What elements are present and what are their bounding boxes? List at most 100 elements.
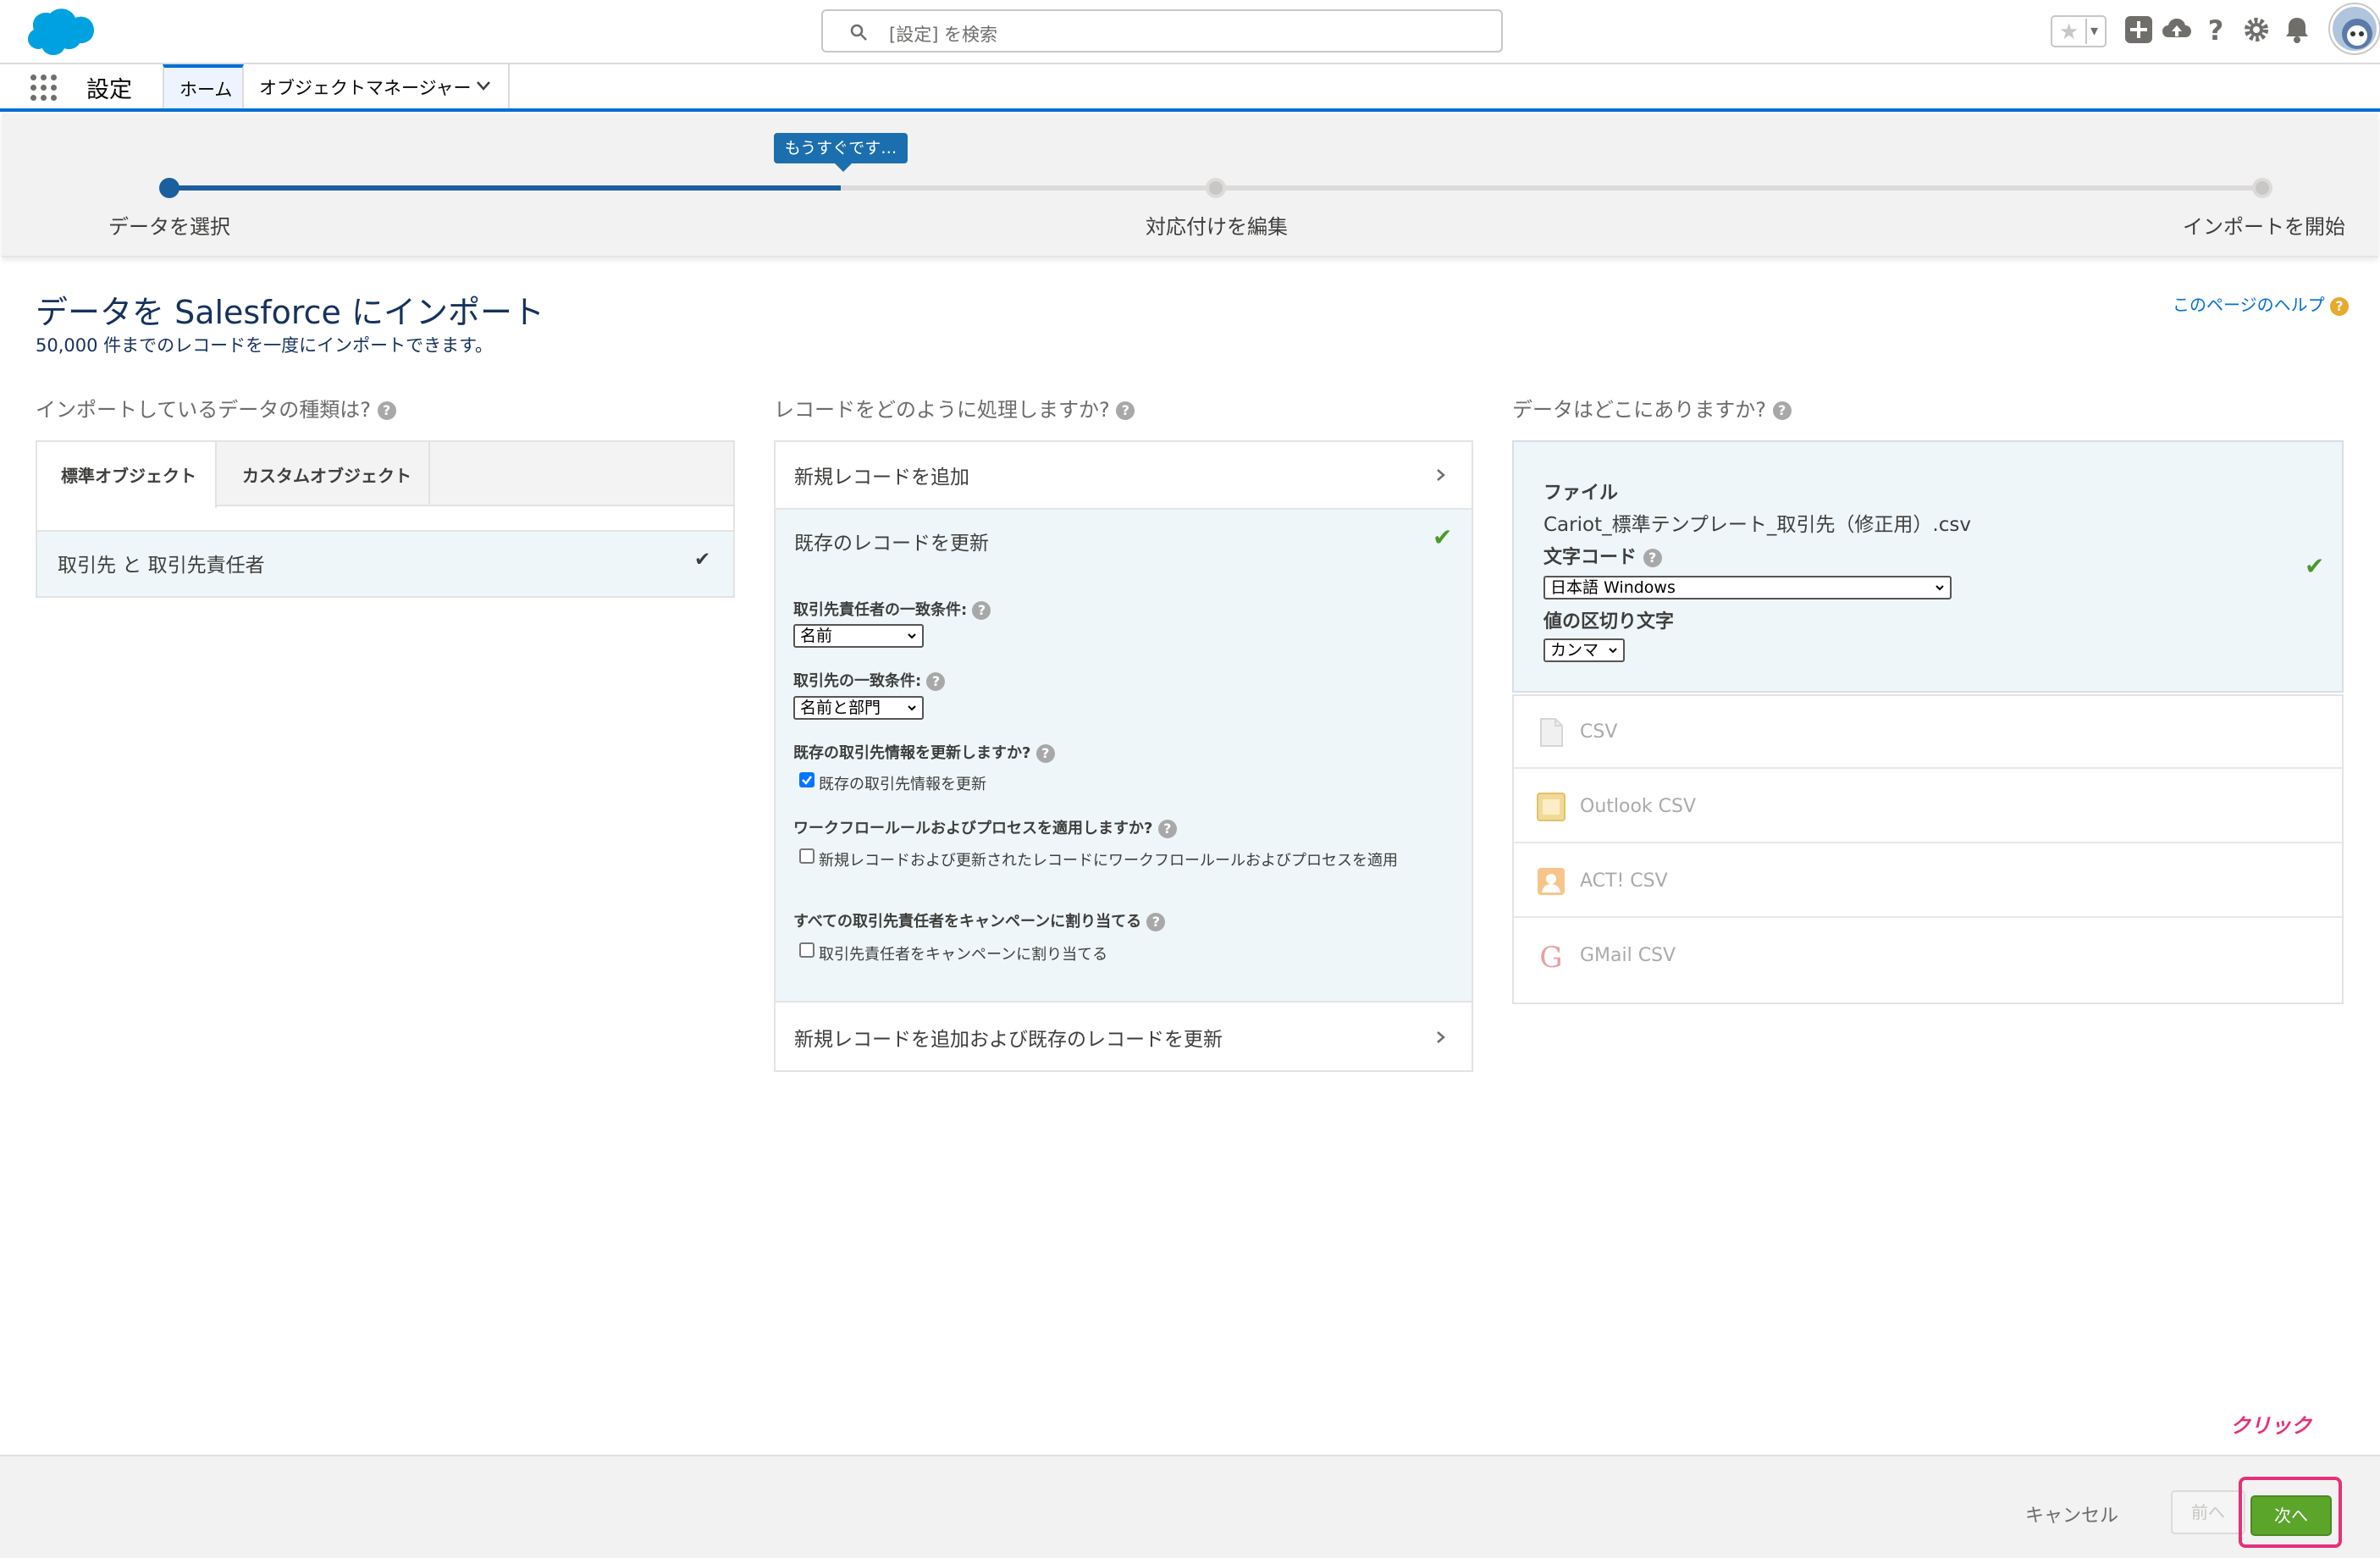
contact-match-label: 取引先責任者の一致条件: ? [793, 598, 991, 620]
tab-object-manager[interactable]: オブジェクトマネージャー [246, 64, 510, 108]
option-update-existing[interactable]: 既存のレコードを更新 ✔ [776, 511, 1472, 571]
option-upsert[interactable]: 新規レコードを追加および既存のレコードを更新 [776, 1004, 1472, 1070]
source-outlook-label: Outlook CSV [1580, 796, 1697, 817]
chevron-down-icon[interactable] [474, 76, 493, 95]
chevron-down-icon [1935, 585, 1944, 591]
delimiter-select[interactable]: カンマ [1543, 638, 1625, 662]
workflow-checkbox-label[interactable]: 新規レコードおよび更新されたレコードにワークフロールールおよびプロセスを適用 [819, 848, 1398, 870]
user-avatar[interactable] [2330, 4, 2379, 53]
tab-custom-objects[interactable]: カスタムオブジェクト [217, 442, 430, 506]
workflow-checkbox[interactable] [799, 848, 815, 864]
col2-heading: レコードをどのように処理しますか? ? [774, 393, 1135, 423]
encoding-label: 文字コード ? [1543, 542, 1662, 569]
highlight-box [2239, 1477, 2342, 1548]
step-marker-3 [2252, 178, 2272, 198]
chevron-down-icon [908, 633, 916, 639]
page-subtitle: 50,000 件までのレコードを一度にインポートできます。 [36, 335, 494, 356]
caret-down-icon[interactable]: ▾ [2090, 22, 2098, 40]
google-icon: G [1539, 941, 1562, 972]
progress-fill [169, 185, 841, 191]
salesforce-logo[interactable] [19, 7, 95, 59]
app-title: 設定 [86, 77, 132, 103]
tab-home[interactable]: ホーム [163, 64, 244, 108]
col2-heading-text: レコードをどのように処理しますか? [774, 398, 1110, 422]
file-name: Cariot_標準テンプレート_取引先（修正用）.csv [1543, 514, 1971, 536]
col1-heading-text: インポートしているデータの種類は? [36, 398, 372, 422]
cancel-button[interactable]: キャンセル [2025, 1500, 2118, 1528]
tab-standard-objects[interactable]: 標準オブジェクト [37, 442, 217, 508]
chevron-down-icon [908, 705, 916, 711]
previous-button[interactable]: 前へ [2171, 1490, 2245, 1534]
info-icon[interactable]: ? [1146, 913, 1166, 931]
checkmark-icon: ✔ [2305, 552, 2325, 580]
tab-standard-label: 標準オブジェクト [61, 466, 196, 486]
account-match-value: 名前と部門 [800, 699, 881, 717]
encoding-value: 日本語 Windows [1550, 578, 1676, 597]
update-account-checkbox[interactable] [799, 772, 815, 787]
info-icon[interactable]: ? [377, 401, 396, 420]
source-csv[interactable]: CSV [1514, 696, 2342, 769]
object-item-accounts-contacts[interactable]: 取引先 と 取引先責任者 ✔ [37, 530, 733, 596]
campaign-checkbox[interactable] [799, 942, 815, 958]
help-link-text: このページのヘルプ [2173, 295, 2325, 315]
progress-bubble: もうすぐです… [774, 133, 908, 172]
campaign-checkbox-label[interactable]: 取引先責任者をキャンペーンに割り当てる [819, 942, 1107, 964]
col3-heading-text: データはどこにありますか? [1512, 398, 1767, 422]
check-icon [802, 776, 812, 785]
info-icon[interactable]: ? [1157, 820, 1177, 838]
chevron-right-icon [1437, 469, 1445, 481]
add-icon[interactable] [2123, 14, 2155, 46]
tab-custom-label: カスタムオブジェクト [242, 466, 411, 486]
footer-bar [0, 1455, 2380, 1558]
step-marker-1 [159, 178, 179, 198]
info-icon[interactable]: ? [1772, 401, 1792, 420]
info-icon[interactable]: ? [1643, 549, 1662, 567]
bell-icon[interactable] [2281, 14, 2313, 46]
source-outlook-csv[interactable]: Outlook CSV [1514, 771, 2342, 843]
delimiter-label: 値の区切り文字 [1543, 611, 1675, 633]
source-csv-label: CSV [1580, 721, 1618, 743]
search-input[interactable]: [設定] を検索 [821, 9, 1503, 52]
info-icon[interactable]: ? [926, 672, 946, 691]
checkmark-icon: ✔ [694, 549, 711, 571]
gear-icon[interactable] [2240, 14, 2272, 46]
col1-heading: インポートしているデータの種類は? ? [36, 393, 396, 423]
option-add-new[interactable]: 新規レコードを追加 [776, 442, 1472, 508]
cloud-icon[interactable] [2161, 14, 2193, 46]
source-gmail-csv[interactable]: G GMail CSV [1514, 920, 2342, 992]
svg-text:G: G [1539, 941, 1562, 972]
help-link[interactable]: このページのヘルプ ? [2173, 291, 2349, 316]
info-icon[interactable]: ? [972, 601, 991, 620]
object-item-label: 取引先 と 取引先責任者 [58, 555, 265, 577]
file-icon [1540, 718, 1563, 747]
info-icon[interactable]: ? [1116, 401, 1135, 420]
favorites-button[interactable]: ★ ▾ [2051, 15, 2107, 47]
chevron-down-icon [1609, 648, 1617, 654]
outlook-icon [1537, 793, 1565, 821]
option-update-existing-label: 既存のレコードを更新 [794, 533, 989, 555]
file-label: ファイル [1543, 483, 1619, 504]
col3-heading: データはどこにありますか? ? [1512, 393, 1792, 423]
help-icon[interactable]: ? [2200, 14, 2232, 46]
contact-match-value: 名前 [800, 627, 833, 645]
encoding-select[interactable]: 日本語 Windows [1543, 576, 1952, 599]
search-icon [850, 24, 867, 41]
contact-icon [1538, 868, 1565, 895]
step-marker-2 [1206, 178, 1226, 198]
update-account-checkbox-label[interactable]: 既存の取引先情報を更新 [819, 772, 986, 794]
info-icon[interactable]: ? [1035, 744, 1055, 763]
contact-match-select[interactable]: 名前 [793, 624, 924, 648]
source-act-label: ACT! CSV [1580, 870, 1668, 892]
chevron-right-icon [1437, 1031, 1445, 1043]
account-match-select[interactable]: 名前と部門 [793, 696, 924, 720]
tab-object-manager-label: オブジェクトマネージャー [259, 78, 472, 98]
svg-text:?: ? [2208, 14, 2224, 46]
app-launcher-icon[interactable] [30, 75, 58, 102]
step-label-edit-mapping: 対応付けを編集 [1146, 215, 1288, 239]
tab-home-label: ホーム [179, 80, 233, 100]
source-act-csv[interactable]: ACT! CSV [1514, 845, 2342, 918]
step-label-select-data: データを選択 [108, 215, 230, 239]
account-match-label: 取引先の一致条件: ? [793, 669, 946, 691]
campaign-question: すべての取引先責任者をキャンペーンに割り当てる ? [793, 909, 1166, 931]
help-icon: ? [2329, 296, 2349, 316]
